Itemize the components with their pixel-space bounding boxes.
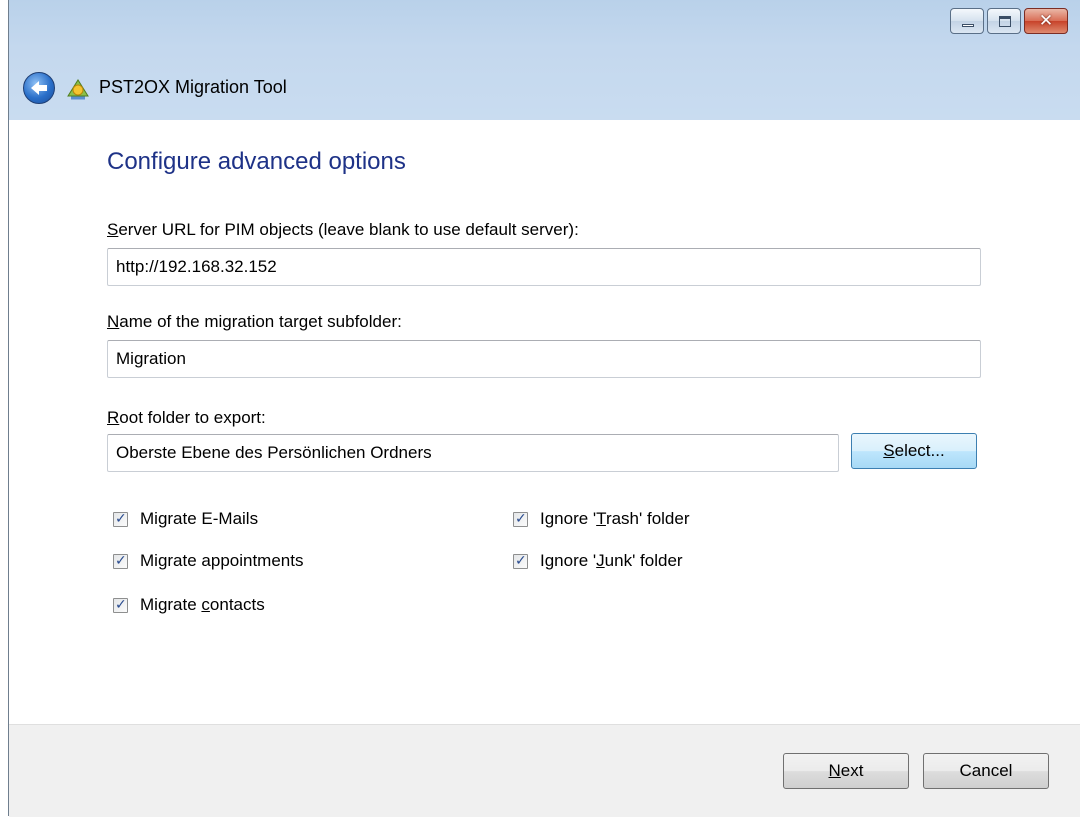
- subfolder-label: Name of the migration target subfolder:: [107, 312, 402, 332]
- migrate-appointments-label: Migrate appointments: [140, 551, 304, 570]
- server-url-label-accel: S: [107, 220, 119, 239]
- next-button[interactable]: Next: [783, 753, 909, 789]
- page-heading: Configure advanced options: [107, 148, 406, 175]
- select-button[interactable]: Select...: [851, 433, 977, 469]
- checkmark-icon: ✓: [115, 509, 127, 526]
- ignore-junk-label-rest: unk' folder: [604, 551, 683, 570]
- close-button[interactable]: ✕: [1024, 8, 1068, 34]
- migrate-contacts-label-pre: Migrate: [140, 595, 202, 614]
- ignore-trash-label-accel: T: [596, 509, 606, 528]
- back-arrow-icon: [31, 81, 47, 95]
- ignore-trash-label-rest: rash' folder: [605, 509, 690, 528]
- wizard-content: Configure advanced options Server URL fo…: [9, 120, 1080, 724]
- ignore-trash-label: Ignore 'Trash' folder: [540, 509, 690, 529]
- app-icon: [67, 79, 89, 100]
- migrate-contacts-label: Migrate contacts: [140, 595, 265, 615]
- root-folder-input[interactable]: Oberste Ebene des Persönlichen Ordners: [107, 434, 839, 472]
- title-bar: ✕ PST2OX Migration Tool: [9, 0, 1080, 120]
- ignore-junk-label-pre: Ignore ': [540, 551, 597, 570]
- checkmark-icon: ✓: [515, 509, 527, 526]
- ignore-junk-option[interactable]: ✓ Ignore 'Junk' folder: [513, 551, 683, 571]
- caption-buttons: ✕: [950, 8, 1068, 34]
- server-url-label-text: erver URL for PIM objects (leave blank t…: [118, 220, 579, 239]
- ignore-junk-checkbox[interactable]: ✓: [513, 551, 528, 569]
- migrate-emails-label: Migrate E-Mails: [140, 509, 259, 528]
- migrate-contacts-label-accel: c: [201, 595, 210, 614]
- server-url-label: Server URL for PIM objects (leave blank …: [107, 220, 579, 240]
- cancel-button[interactable]: Cancel: [923, 753, 1049, 789]
- migrate-appointments-checkbox[interactable]: ✓: [113, 551, 128, 569]
- subfolder-label-text: ame of the migration target subfolder:: [119, 312, 402, 331]
- wizard-window: ✕ PST2OX Migration Tool Configure advanc…: [8, 0, 1080, 817]
- ignore-junk-label: Ignore 'Junk' folder: [540, 551, 683, 571]
- next-button-text: ext: [840, 761, 864, 780]
- next-button-accel: N: [828, 761, 841, 780]
- close-icon: ✕: [1038, 11, 1054, 30]
- select-button-accel: S: [883, 441, 895, 460]
- ignore-trash-checkbox[interactable]: ✓: [513, 509, 528, 527]
- root-folder-label-accel: R: [107, 408, 120, 427]
- migrate-contacts-checkbox[interactable]: ✓: [113, 595, 128, 613]
- migrate-emails-checkbox[interactable]: ✓: [113, 509, 128, 527]
- wizard-footer: Next Cancel: [9, 724, 1080, 817]
- checkmark-icon: ✓: [115, 551, 127, 568]
- subfolder-input[interactable]: Migration: [107, 340, 981, 378]
- window-title: PST2OX Migration Tool: [99, 77, 287, 97]
- back-button[interactable]: [23, 72, 55, 104]
- server-url-input[interactable]: http://192.168.32.152: [107, 248, 981, 286]
- ignore-trash-label-pre: Ignore ': [540, 509, 597, 528]
- checkmark-icon: ✓: [115, 595, 127, 612]
- checkmark-icon: ✓: [515, 551, 527, 568]
- maximize-icon: [999, 16, 1011, 27]
- migrate-contacts-label-rest: ontacts: [209, 595, 265, 614]
- migrate-emails-option[interactable]: ✓ Migrate E-Mails: [113, 509, 258, 529]
- ignore-junk-label-accel: J: [596, 551, 605, 570]
- select-button-text: elect...: [894, 441, 945, 460]
- root-folder-label-text: oot folder to export:: [119, 408, 266, 427]
- minimize-button[interactable]: [950, 8, 984, 34]
- migrate-appointments-option[interactable]: ✓ Migrate appointments: [113, 551, 303, 571]
- subfolder-label-accel: N: [107, 312, 120, 331]
- minimize-icon: [962, 24, 974, 27]
- ignore-trash-option[interactable]: ✓ Ignore 'Trash' folder: [513, 509, 690, 529]
- maximize-button[interactable]: [987, 8, 1021, 34]
- root-folder-label: Root folder to export:: [107, 408, 266, 428]
- migrate-contacts-option[interactable]: ✓ Migrate contacts: [113, 595, 265, 615]
